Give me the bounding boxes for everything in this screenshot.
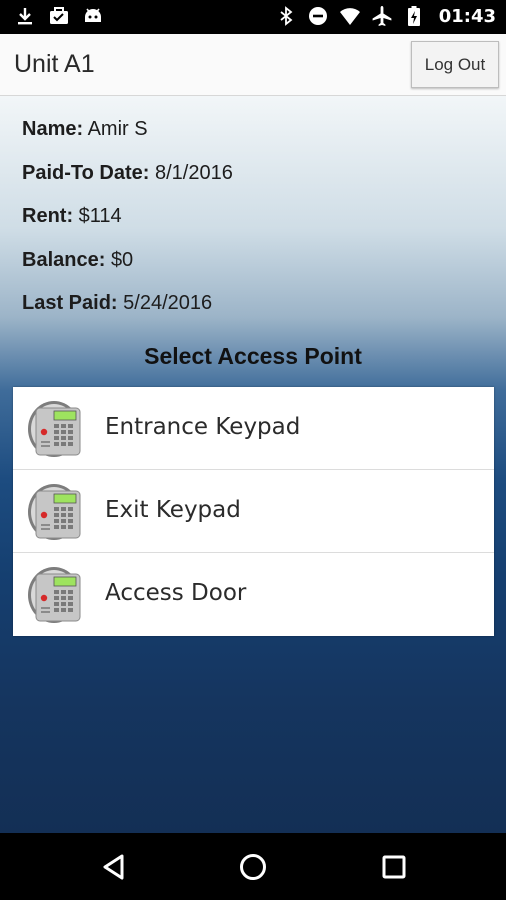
main-content: Name: Amir S Paid-To Date: 8/1/2016 Rent… xyxy=(0,96,506,833)
bluetooth-icon xyxy=(280,6,293,26)
briefcase-check-icon xyxy=(50,7,68,24)
home-icon[interactable] xyxy=(237,851,269,883)
balance-value: $0 xyxy=(110,248,134,271)
wifi-icon xyxy=(339,8,360,25)
paid-to-row: Paid-To Date: 8/1/2016 xyxy=(22,162,233,206)
access-item-label: Entrance Keypad xyxy=(105,414,301,440)
android-icon xyxy=(85,8,101,22)
logout-button[interactable]: Log Out xyxy=(411,41,499,88)
status-right-icons: 01:43 xyxy=(275,5,496,27)
access-item-entrance-keypad[interactable]: Entrance Keypad xyxy=(13,387,494,470)
name-label: Name: xyxy=(22,118,84,140)
name-value: Amir S xyxy=(87,118,148,140)
access-item-label: Access Door xyxy=(105,580,247,606)
last-paid-value: 5/24/2016 xyxy=(123,292,213,314)
status-bar: 01:43 xyxy=(0,0,506,34)
last-paid-row: Last Paid: 5/24/2016 xyxy=(22,292,233,336)
keypad-icon xyxy=(27,565,85,625)
download-icon xyxy=(18,8,32,25)
balance-row: Balance: $0 xyxy=(22,249,233,293)
do-not-disturb-icon xyxy=(308,7,327,25)
balance-label: Balance: xyxy=(22,248,106,271)
access-item-access-door[interactable]: Access Door xyxy=(13,553,494,636)
app-header: Unit A1 Log Out xyxy=(0,34,506,96)
rent-row: Rent: $114 xyxy=(22,205,233,249)
status-time: 01:43 xyxy=(438,5,496,27)
page-title: Unit A1 xyxy=(14,50,95,78)
airplane-icon xyxy=(372,6,392,26)
paid-to-label: Paid-To Date: xyxy=(22,161,150,184)
battery-charging-icon xyxy=(407,6,420,26)
name-row: Name: Amir S xyxy=(22,118,233,162)
access-item-label: Exit Keypad xyxy=(105,497,241,523)
status-left-icons xyxy=(14,5,104,27)
tenant-info: Name: Amir S Paid-To Date: 8/1/2016 Rent… xyxy=(22,118,233,336)
recents-icon[interactable] xyxy=(378,851,410,883)
access-point-list: Entrance Keypad Exit Keypad Access Door xyxy=(13,387,494,636)
access-item-exit-keypad[interactable]: Exit Keypad xyxy=(13,470,494,553)
last-paid-label: Last Paid: xyxy=(22,292,118,314)
paid-to-value: 8/1/2016 xyxy=(154,161,233,184)
keypad-icon xyxy=(27,482,85,542)
access-heading: Select Access Point xyxy=(144,343,362,369)
navigation-bar xyxy=(0,833,506,900)
rent-label: Rent: xyxy=(22,205,74,227)
rent-value: $114 xyxy=(78,205,122,227)
keypad-icon xyxy=(27,399,85,459)
back-icon[interactable] xyxy=(98,851,130,883)
